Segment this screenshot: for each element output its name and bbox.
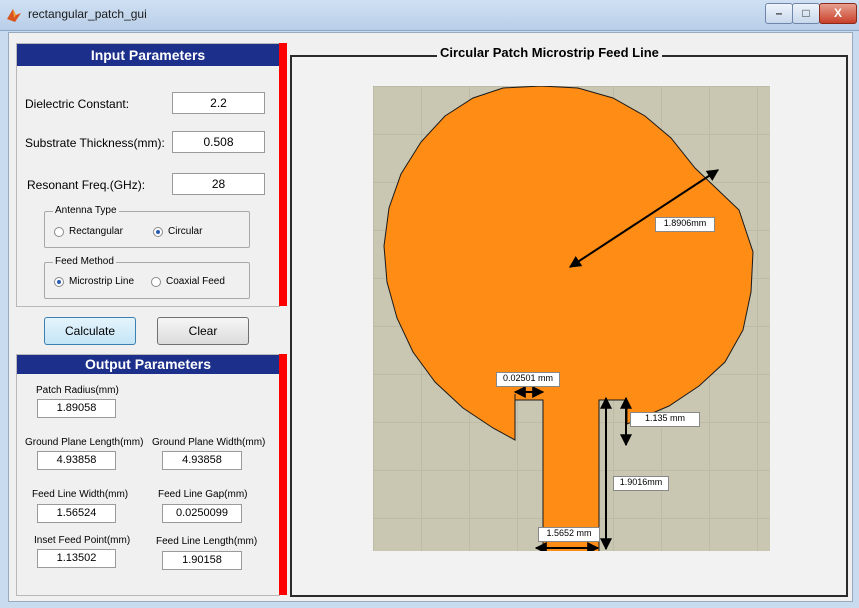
rectangular-radio-label[interactable]: Rectangular <box>69 226 123 237</box>
input-panel-accent-bar <box>279 43 287 306</box>
matlab-icon <box>7 9 21 22</box>
calculate-button[interactable]: Calculate <box>44 317 136 345</box>
antenna-type-title: Antenna Type <box>53 205 119 216</box>
title-bar: rectangular_patch_gui – □ X <box>0 0 859 31</box>
microstrip-radio[interactable] <box>54 277 64 287</box>
frequency-input[interactable]: 28 <box>172 173 265 195</box>
input-parameters-panel: Input Parameters Dielectric Constant: 2.… <box>16 43 280 307</box>
output-panel-accent-bar <box>279 354 287 595</box>
coaxial-radio[interactable] <box>151 277 161 287</box>
ground-plane-width-field[interactable]: 4.93858 <box>162 451 242 470</box>
clear-button[interactable]: Clear <box>157 317 249 345</box>
feed-line-width-field[interactable]: 1.56524 <box>37 504 116 523</box>
feed-length-annotation: 1.9016mm <box>613 476 669 491</box>
circular-radio[interactable] <box>153 227 163 237</box>
input-parameters-header: Input Parameters <box>17 44 279 66</box>
microstrip-radio-label[interactable]: Microstrip Line <box>69 276 134 287</box>
feed-width-annotation: 1.5652 mm <box>538 527 600 542</box>
plot-title: Circular Patch Microstrip Feed Line <box>437 45 662 60</box>
feed-line-gap-field[interactable]: 0.0250099 <box>162 504 242 523</box>
gap-annotation: 0.02501 mm <box>496 372 560 387</box>
output-parameters-header: Output Parameters <box>17 355 279 374</box>
ground-plane-width-label: Ground Plane Width(mm) <box>152 437 266 448</box>
thickness-label: Substrate Thickness(mm): <box>25 136 165 150</box>
feed-line-length-label: Feed Line Length(mm) <box>156 536 258 547</box>
feed-line-gap-label: Feed Line Gap(mm) <box>158 489 248 500</box>
rectangular-radio[interactable] <box>54 227 64 237</box>
thickness-input[interactable]: 0.508 <box>172 131 265 153</box>
circular-radio-label[interactable]: Circular <box>168 226 202 237</box>
dielectric-input[interactable]: 2.2 <box>172 92 265 114</box>
feed-method-title: Feed Method <box>53 256 116 267</box>
close-button[interactable]: X <box>819 3 857 24</box>
inset-feed-point-field[interactable]: 1.13502 <box>37 549 116 568</box>
ground-plane-length-label: Ground Plane Length(mm) <box>25 437 144 448</box>
output-parameters-panel: Output Parameters Patch Radius(mm) 1.890… <box>16 354 280 596</box>
frequency-label: Resonant Freq.(GHz): <box>27 178 146 192</box>
patch-radius-field[interactable]: 1.89058 <box>37 399 116 418</box>
maximize-button[interactable]: □ <box>792 3 820 24</box>
inset-annotation: 1.135 mm <box>630 412 700 427</box>
feed-line-length-field[interactable]: 1.90158 <box>162 551 242 570</box>
patch-radius-label: Patch Radius(mm) <box>36 385 119 396</box>
radius-annotation: 1.8906mm <box>655 217 715 232</box>
coaxial-radio-label[interactable]: Coaxial Feed <box>166 276 225 287</box>
inset-feed-point-label: Inset Feed Point(mm) <box>34 535 131 546</box>
feed-line-width-label: Feed Line Width(mm) <box>32 489 129 500</box>
window-title: rectangular_patch_gui <box>28 7 147 21</box>
ground-plane-length-field[interactable]: 4.93858 <box>37 451 116 470</box>
dielectric-label: Dielectric Constant: <box>25 97 130 111</box>
antenna-geometry-plot <box>373 86 770 551</box>
minimize-button[interactable]: – <box>765 3 793 24</box>
